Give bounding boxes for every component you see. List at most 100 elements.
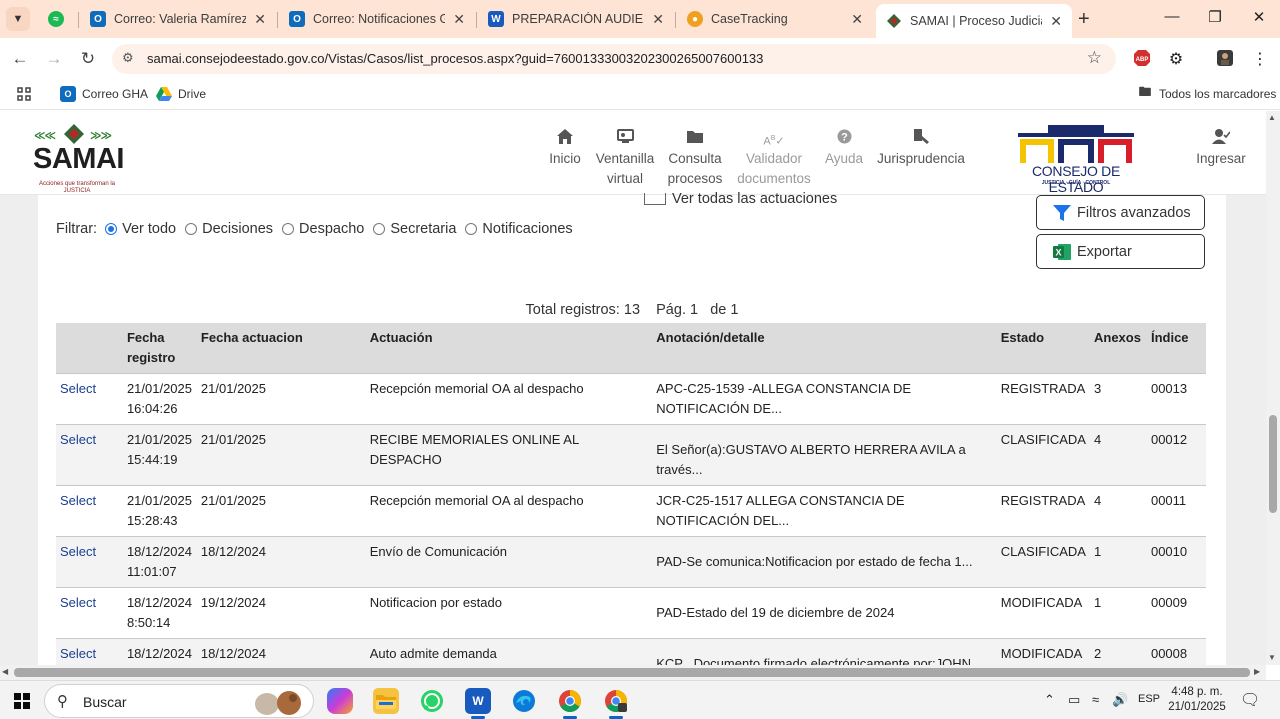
address-bar[interactable]: ⚙ samai.consejodeestado.gov.co/Vistas/Ca…: [112, 44, 1116, 74]
cell-anotacion[interactable]: PAD-Se comunica:Notificacion por estado …: [652, 536, 997, 588]
col-header-anexos[interactable]: Anexos: [1089, 323, 1147, 374]
tab-spotify[interactable]: ≈: [38, 4, 78, 34]
close-icon[interactable]: ✕: [652, 11, 664, 28]
select-link[interactable]: Select: [60, 595, 96, 610]
nav-inicio[interactable]: Inicio: [546, 129, 584, 169]
tab-casetracking[interactable]: ● CaseTracking ✕: [677, 4, 873, 34]
select-link[interactable]: Select: [60, 544, 96, 559]
samai-logo[interactable]: ≪≪ ≫≫ SAMAI Acciones que transforman la …: [12, 124, 138, 194]
select-link[interactable]: Select: [60, 381, 96, 396]
language-indicator[interactable]: ESP: [1138, 693, 1160, 705]
system-clock[interactable]: 4:48 p. m. 21/01/2025: [1162, 685, 1232, 715]
filter-notificaciones[interactable]: Notificaciones: [465, 221, 573, 237]
adblock-icon[interactable]: ABP: [1132, 49, 1152, 69]
forward-button[interactable]: →: [44, 49, 64, 69]
cell-anexos[interactable]: 1: [1089, 587, 1147, 639]
scroll-right-arrow[interactable]: ▶: [1254, 667, 1260, 676]
nav-validador-documentos[interactable]: AB✓ Validador documentos: [734, 129, 814, 189]
wifi-icon[interactable]: ≈: [1092, 692, 1099, 707]
filter-despacho[interactable]: Despacho: [282, 221, 364, 237]
whatsapp-icon[interactable]: [419, 688, 445, 714]
radio-button[interactable]: [465, 223, 478, 235]
cell-anexos[interactable]: 4: [1089, 485, 1147, 537]
nav-ayuda[interactable]: ? Ayuda: [822, 129, 866, 169]
radio-button[interactable]: [373, 223, 386, 235]
minimize-button[interactable]: —: [1160, 8, 1184, 25]
nav-ventanilla-virtual[interactable]: Ventanilla virtual: [592, 129, 658, 189]
url-text[interactable]: samai.consejodeestado.gov.co/Vistas/Caso…: [147, 51, 763, 66]
reload-button[interactable]: ↻: [78, 49, 98, 69]
col-header-estado[interactable]: Estado: [996, 323, 1090, 374]
close-icon[interactable]: ✕: [453, 11, 465, 28]
extensions-icon[interactable]: ⚙: [1166, 49, 1186, 69]
vertical-scrollbar[interactable]: ▲ ▼: [1266, 111, 1280, 665]
bookmark-correo-gha[interactable]: O Correo GHA: [60, 86, 148, 102]
tab-correo-notificaciones[interactable]: O Correo: Notificaciones GHA ✕: [279, 4, 475, 34]
close-icon[interactable]: ✕: [1050, 13, 1062, 30]
chrome-profile-icon[interactable]: [603, 688, 629, 714]
tab-correo-valeria[interactable]: O Correo: Valeria Ramírez Va ✕: [80, 4, 276, 34]
cell-anotacion[interactable]: El Señor(a):GUSTAVO ALBERTO HERRERA AVIL…: [652, 424, 997, 486]
ver-todas-checkbox[interactable]: Ver todas las actuaciones: [644, 191, 837, 207]
cell-anexos[interactable]: 3: [1089, 373, 1147, 425]
close-icon[interactable]: ✕: [851, 11, 863, 28]
nav-consulta-procesos[interactable]: Consulta procesos: [665, 129, 725, 189]
battery-icon[interactable]: ▭: [1068, 692, 1080, 708]
scroll-left-arrow[interactable]: ◀: [2, 667, 8, 676]
col-header-fecha-registro[interactable]: Fecha registro: [122, 323, 197, 374]
filter-secretaria[interactable]: Secretaria: [373, 221, 456, 237]
cell-anotacion[interactable]: KCP . Documento firmado electrónicamente…: [652, 638, 997, 665]
scrollbar-thumb[interactable]: [14, 668, 1250, 677]
back-button[interactable]: ←: [10, 49, 30, 69]
profile-avatar[interactable]: [1215, 49, 1235, 69]
col-header-indice[interactable]: Índice: [1146, 323, 1206, 374]
bookmark-drive[interactable]: Drive: [156, 86, 206, 102]
notifications-icon[interactable]: 🗨: [1240, 690, 1260, 710]
exportar-button[interactable]: X Exportar: [1036, 234, 1205, 269]
word-icon[interactable]: W: [465, 688, 491, 714]
scroll-down-arrow[interactable]: ▼: [1268, 653, 1276, 662]
all-bookmarks[interactable]: 🖿 Todos los marcadores: [1137, 84, 1276, 102]
nav-jurisprudencia[interactable]: Jurisprudencia: [875, 129, 967, 169]
scrollbar-thumb[interactable]: [1269, 415, 1277, 513]
site-info-icon[interactable]: ⚙: [122, 50, 134, 66]
volume-icon[interactable]: 🔊: [1112, 692, 1128, 708]
cell-anotacion[interactable]: APC-C25-1539 -ALLEGA CONSTANCIA DE NOTIF…: [652, 373, 997, 425]
tab-preparacion-audiencia[interactable]: W PREPARACIÓN AUDIENCIA ✕: [478, 4, 674, 34]
consejo-de-estado-logo[interactable]: CONSEJO DE ESTADO JUSTICIA · GUÍA · CONT…: [1008, 125, 1144, 195]
radio-button[interactable]: [185, 223, 198, 235]
tab-samai-active[interactable]: SAMAI | Proceso Judicial ✕: [876, 4, 1072, 38]
close-icon[interactable]: ✕: [254, 11, 266, 28]
checkbox-box[interactable]: [644, 193, 666, 205]
file-explorer-icon[interactable]: [373, 688, 399, 714]
windows-start-icon[interactable]: [14, 693, 30, 709]
tab-search-button[interactable]: ▼: [6, 7, 30, 31]
col-header-anotacion[interactable]: Anotación/detalle: [652, 323, 997, 374]
chrome-icon[interactable]: [557, 688, 583, 714]
col-header-fecha-actuacion[interactable]: Fecha actuacion: [196, 323, 366, 374]
cell-anotacion[interactable]: JCR-C25-1517 ALLEGA CONSTANCIA DE NOTIFI…: [652, 485, 997, 537]
new-tab-button[interactable]: +: [1078, 8, 1090, 31]
scroll-up-arrow[interactable]: ▲: [1268, 113, 1276, 122]
select-link[interactable]: Select: [60, 646, 96, 661]
col-header-actuacion[interactable]: Actuación: [365, 323, 653, 374]
filtros-avanzados-button[interactable]: Filtros avanzados: [1036, 195, 1205, 230]
cell-anexos[interactable]: 1: [1089, 536, 1147, 588]
nav-ingresar[interactable]: Ingresar: [1190, 129, 1252, 169]
window-close-button[interactable]: ✕: [1247, 8, 1271, 26]
filter-decisiones[interactable]: Decisiones: [185, 221, 273, 237]
maximize-button[interactable]: ❐: [1203, 8, 1227, 26]
radio-button[interactable]: [282, 223, 295, 235]
show-hidden-icons[interactable]: ⌃: [1044, 692, 1055, 708]
cell-anotacion[interactable]: PAD-Estado del 19 de diciembre de 2024: [652, 587, 997, 639]
filter-ver-todo[interactable]: Ver todo: [105, 221, 176, 237]
cell-anexos[interactable]: 2: [1089, 638, 1147, 665]
menu-icon[interactable]: ⋮: [1250, 49, 1270, 69]
taskbar-search[interactable]: ⚲ Buscar: [44, 684, 314, 718]
bookmark-star-icon[interactable]: ☆: [1087, 48, 1102, 68]
horizontal-scrollbar[interactable]: ◀ ▶: [0, 665, 1266, 680]
select-link[interactable]: Select: [60, 432, 96, 447]
apps-icon[interactable]: [16, 86, 32, 102]
edge-icon[interactable]: [511, 688, 537, 714]
radio-selected[interactable]: [105, 223, 118, 235]
